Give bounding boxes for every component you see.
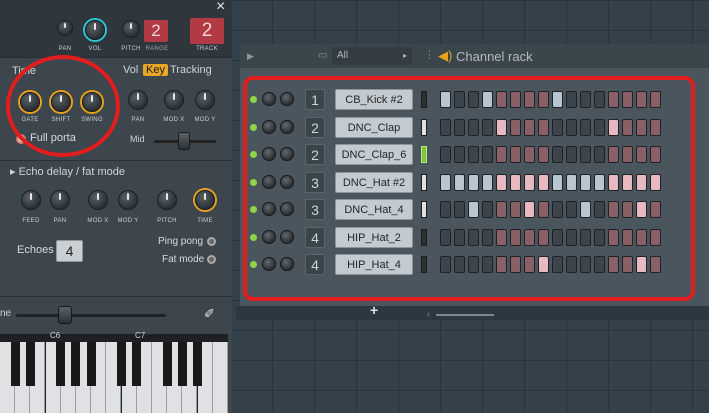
echo-pan-knob[interactable] [50,190,70,210]
echo-feed-knob[interactable] [21,190,41,210]
mixer-track-display[interactable]: 2 [190,18,224,44]
echo-modx-knob[interactable] [88,190,108,210]
tracking-mody-label: MOD Y [194,117,216,123]
piano-white-key[interactable] [212,342,228,413]
tracking-modx-label: MOD X [163,117,185,123]
piano-keyboard[interactable]: C6 C7 [0,331,228,413]
bottom-label-fragment: ne [0,308,12,319]
pan-label: PAN [58,46,72,52]
echo-mody-knob[interactable] [118,190,138,210]
echo-feed-label: FEED [22,218,40,224]
fat-mode-toggle[interactable] [207,255,216,264]
portamento-slider-thumb[interactable] [58,306,72,324]
divider [0,296,232,297]
highlight-rectangle [243,76,695,301]
piano-black-key[interactable] [177,342,187,386]
piano-black-key[interactable] [192,342,202,386]
echo-time-label: TIME [197,218,213,224]
piano-black-key[interactable] [25,342,35,386]
piano-black-key[interactable] [71,342,81,386]
add-channel-button[interactable]: + [370,302,378,318]
channel-rack-title: Channel rack [456,49,533,64]
tracking-pan-label: PAN [131,117,145,123]
fat-mode-label: Fat mode [162,254,205,265]
tab-tracking[interactable]: Tracking [170,64,212,76]
echo-pitch-label: PITCH [157,218,177,224]
folder-icon: ▭ [318,50,328,61]
ping-pong-toggle[interactable] [207,237,216,246]
channel-rack-footer [236,306,709,320]
scroll-left-icon[interactable]: ‹ [427,309,430,319]
pitch-range-display[interactable]: 2 [144,20,168,42]
c6-label: C6 [50,331,61,340]
piano-black-key[interactable] [162,342,172,386]
echo-title-text: Echo delay / fat mode [18,166,125,178]
echo-pitch-knob[interactable] [157,190,177,210]
menu-dots-icon[interactable]: ⋮ [424,48,435,61]
echoes-stepper[interactable]: 4 [56,240,83,262]
c7-label: C7 [135,331,146,340]
tab-vol[interactable]: Vol [123,64,138,76]
echo-section-title[interactable]: ▸ Echo delay / fat mode [10,165,125,178]
tracking-mody-knob[interactable] [195,90,215,110]
pan-knob[interactable] [57,20,73,36]
filter-value: All [337,50,349,61]
mid-label: Mid [130,134,145,144]
divider [0,160,232,161]
play-arrow-icon[interactable]: ▶ [247,51,254,62]
speaker-icon: ◀) [438,48,453,63]
piano-black-key[interactable] [132,342,142,386]
highlight-circle [6,55,120,157]
tab-key[interactable]: Key [143,64,168,76]
echo-mody-label: MOD Y [117,218,139,224]
track-label: TRACK [196,46,218,52]
volume-knob[interactable] [85,20,105,40]
piano-black-key[interactable] [116,342,126,386]
piano-black-key[interactable] [10,342,20,386]
ping-pong-label: Ping pong [158,236,204,247]
horizontal-scrollbar[interactable] [436,314,494,316]
echo-pan-label: PAN [53,218,67,224]
tracking-modx-knob[interactable] [164,90,184,110]
piano-black-key[interactable] [56,342,66,386]
brush-icon[interactable]: ✐ [204,306,215,322]
pitch-knob[interactable] [122,20,140,38]
echoes-label: Echoes [17,244,54,256]
mid-slider-thumb[interactable] [178,132,190,150]
echo-modx-label: MOD X [87,218,109,224]
close-icon[interactable]: × [216,0,225,16]
tracking-pan-knob[interactable] [128,90,148,110]
pitch-label: PITCH [121,46,141,52]
echo-time-knob[interactable] [195,190,215,210]
portamento-slider-track[interactable] [16,314,166,317]
volume-label: VOL [88,46,102,52]
dropdown-arrow-icon: ▸ [403,51,408,60]
range-label: RANGE [145,46,169,52]
piano-black-key[interactable] [86,342,96,386]
